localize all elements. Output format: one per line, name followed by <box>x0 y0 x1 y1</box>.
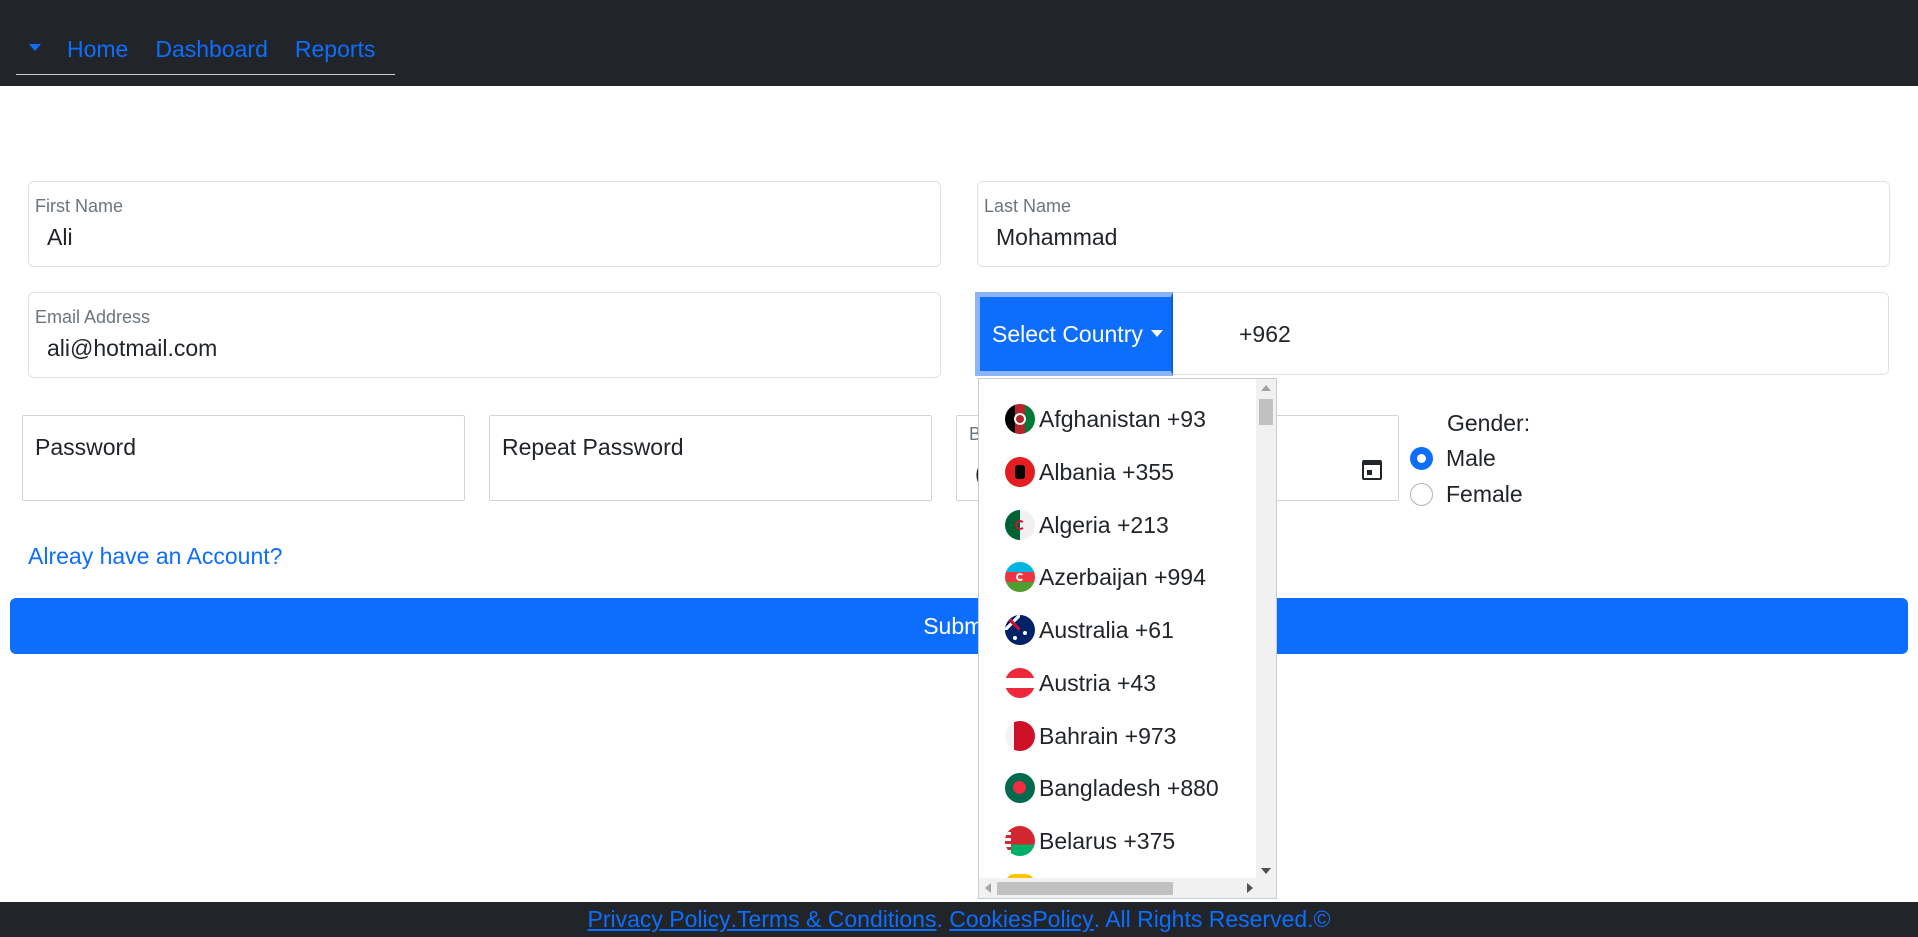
bahrain-flag-icon <box>1005 721 1035 751</box>
country-option-afghanistan[interactable]: Afghanistan +93 <box>1005 399 1206 439</box>
calendar-icon[interactable] <box>1362 460 1382 480</box>
gender-option-male[interactable]: Male <box>1410 445 1496 472</box>
first-name-input[interactable]: Ali <box>47 224 776 251</box>
chevron-down-icon <box>1150 329 1163 337</box>
country-option-label: Belarus +375 <box>1039 827 1176 854</box>
nav-toggle-caret-icon[interactable] <box>29 43 41 51</box>
password-placeholder: Password <box>35 434 136 460</box>
repeat-password-field[interactable]: Repeat Password <box>489 415 932 501</box>
country-option-bangladesh[interactable]: Bangladesh +880 <box>1005 768 1219 808</box>
nav-link-home[interactable]: Home <box>67 36 128 63</box>
cookies-policy-link[interactable]: CookiesPolicy <box>949 906 1093 933</box>
terms-link[interactable]: Terms & Conditions <box>737 906 936 933</box>
country-option-algeria[interactable]: Algeria +213 <box>1005 505 1169 545</box>
country-option-label: Austria +43 <box>1039 669 1156 696</box>
select-country-button[interactable]: Select Country <box>975 292 1173 376</box>
country-option-belarus[interactable]: Belarus +375 <box>1005 821 1175 861</box>
first-name-field[interactable]: First Name Ali <box>28 181 941 267</box>
belarus-flag-icon <box>1005 826 1035 856</box>
dropdown-vertical-scrollbar[interactable] <box>1256 379 1276 880</box>
dropdown-horizontal-scrollbar[interactable] <box>979 878 1276 898</box>
afghanistan-flag-icon <box>1005 404 1035 434</box>
already-have-account-link[interactable]: Alreay have an Account? <box>28 543 282 570</box>
select-country-label: Select Country <box>992 320 1143 347</box>
azerbaijan-flag-icon <box>1005 562 1035 592</box>
phone-input[interactable]: +962 <box>1239 321 1291 348</box>
country-option-label: Australia +61 <box>1039 616 1174 643</box>
country-option-label: Bangladesh +880 <box>1039 774 1219 801</box>
scroll-thumb[interactable] <box>1259 399 1273 425</box>
repeat-password-placeholder: Repeat Password <box>502 434 684 460</box>
scroll-up-arrow-icon[interactable] <box>1261 385 1271 391</box>
email-label: Email Address <box>35 307 151 327</box>
country-option-label: Bahrain +973 <box>1039 722 1177 749</box>
country-option-bahrain[interactable]: Bahrain +973 <box>1005 716 1176 756</box>
algeria-flag-icon <box>1005 510 1035 540</box>
austria-flag-icon <box>1005 668 1035 698</box>
scroll-down-arrow-icon[interactable] <box>1261 868 1271 874</box>
footer-rights-text: . All Rights Reserved.© <box>1093 906 1331 932</box>
nav-link-reports[interactable]: Reports <box>295 36 376 63</box>
last-name-label: Last Name <box>984 196 1072 216</box>
nav-group: Home Dashboard Reports <box>16 24 395 75</box>
country-option-label: Albania +355 <box>1039 458 1174 485</box>
email-input[interactable]: ali@hotmail.com <box>47 335 776 362</box>
last-name-input[interactable]: Mohammad <box>996 224 1725 251</box>
phone-field[interactable]: +962 <box>1173 292 1889 375</box>
country-option-australia[interactable]: Australia +61 <box>1005 610 1174 650</box>
gender-option-female[interactable]: Female <box>1410 481 1523 508</box>
male-radio[interactable] <box>1410 447 1433 470</box>
country-option-label: Azerbaijan +994 <box>1039 563 1206 590</box>
submit-button[interactable]: Submit <box>10 598 1908 654</box>
last-name-field[interactable]: Last Name Mohammad <box>977 181 1890 267</box>
nav-link-dashboard[interactable]: Dashboard <box>155 36 268 63</box>
privacy-policy-link[interactable]: Privacy Policy <box>587 906 730 933</box>
female-label: Female <box>1446 481 1523 507</box>
bangladesh-flag-icon <box>1005 773 1035 803</box>
top-navbar: Home Dashboard Reports <box>0 0 1918 86</box>
footer: Privacy Policy . Terms & Conditions . Co… <box>0 902 1918 937</box>
gender-label: Gender: <box>1447 410 1531 436</box>
male-label: Male <box>1446 445 1496 471</box>
scroll-left-arrow-icon[interactable] <box>985 883 991 893</box>
country-option-austria[interactable]: Austria +43 <box>1005 663 1156 703</box>
scroll-thumb-horizontal[interactable] <box>997 882 1173 895</box>
country-dropdown-menu[interactable]: Afghanistan +93 Albania +355 Algeria +21… <box>978 378 1277 899</box>
password-field[interactable]: Password <box>22 415 465 501</box>
scroll-right-arrow-icon[interactable] <box>1247 883 1253 893</box>
email-field[interactable]: Email Address ali@hotmail.com <box>28 292 941 378</box>
country-option-albania[interactable]: Albania +355 <box>1005 452 1174 492</box>
female-radio[interactable] <box>1410 483 1433 506</box>
country-option-label: Afghanistan +93 <box>1039 405 1206 432</box>
country-option-azerbaijan[interactable]: Azerbaijan +994 <box>1005 557 1206 597</box>
country-option-label: Algeria +213 <box>1039 511 1169 538</box>
albania-flag-icon <box>1005 457 1035 487</box>
australia-flag-icon <box>1005 615 1035 645</box>
first-name-label: First Name <box>35 196 124 216</box>
